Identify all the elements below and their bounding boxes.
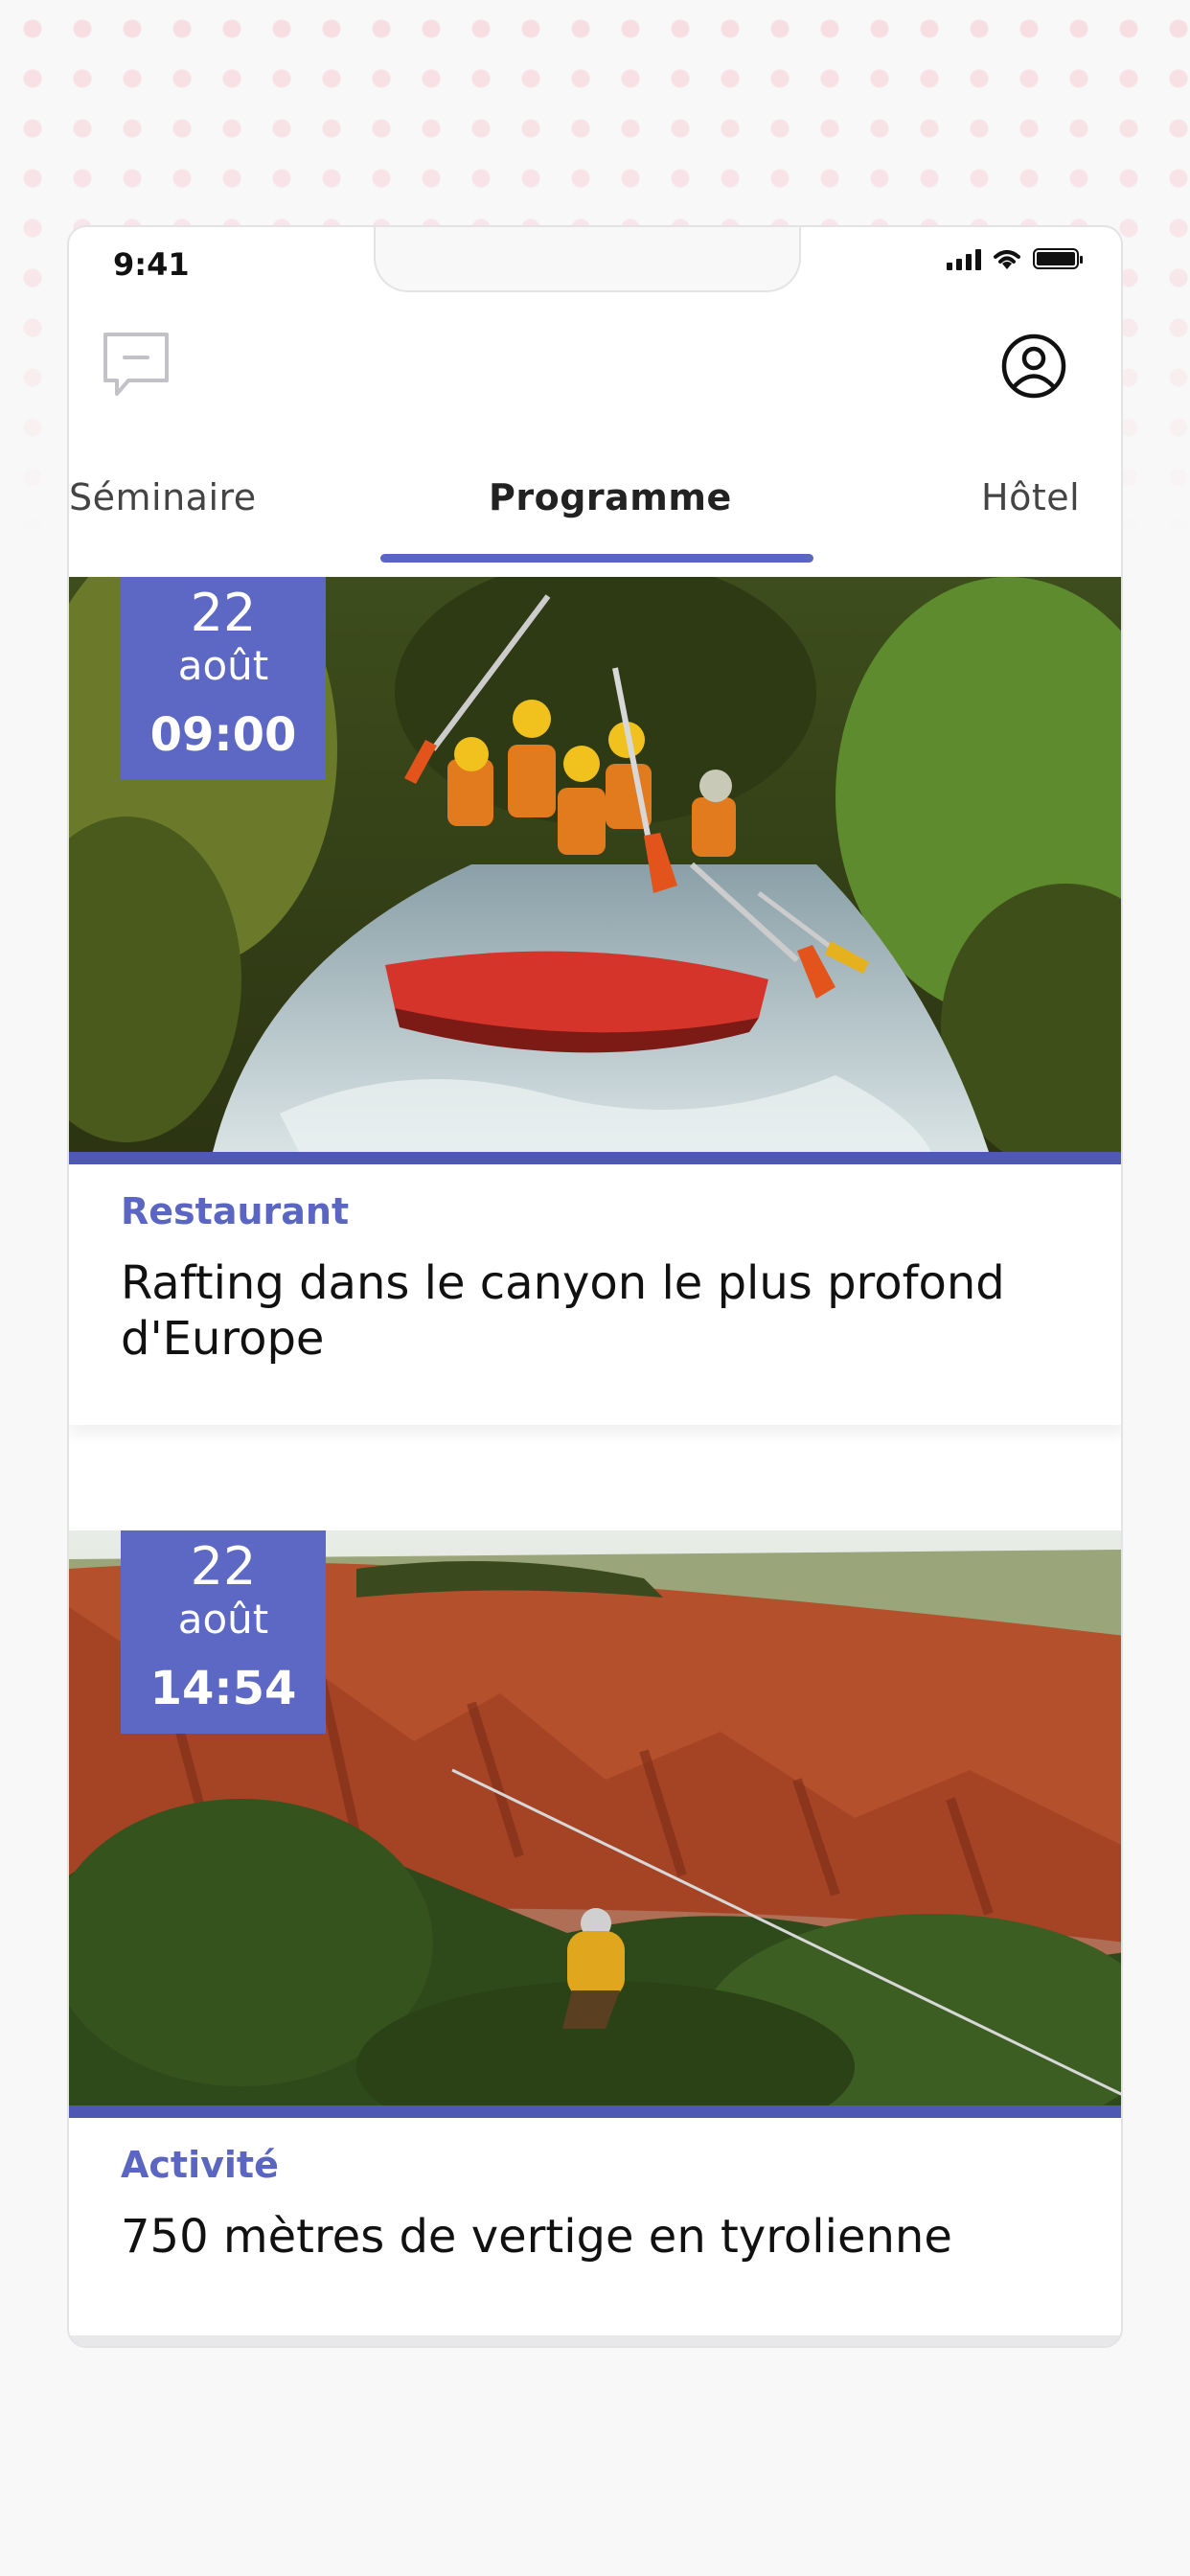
tab-programme[interactable]: Programme	[489, 476, 732, 518]
list-bottom-edge	[69, 2335, 1121, 2346]
card-accent-bar	[69, 2105, 1121, 2118]
date-day: 22	[190, 583, 257, 643]
date-badge: 22 août 14:54	[121, 1530, 326, 1734]
event-time: 14:54	[149, 1662, 297, 1715]
cellular-signal-icon	[947, 247, 981, 270]
date-month: août	[177, 642, 269, 689]
event-title: Rafting dans le canyon le plus profond d…	[121, 1256, 1005, 1366]
tab-bar: Séminaire Programme Hôtel	[69, 476, 1121, 563]
event-category: Activité	[121, 2144, 279, 2186]
event-title: 750 mètres de vertige en tyrolienne	[121, 2210, 952, 2264]
status-icons	[947, 246, 1083, 271]
tab-hotel[interactable]: Hôtel	[981, 476, 1080, 518]
card-accent-bar	[69, 1152, 1121, 1164]
phone-notch	[374, 227, 801, 292]
date-month: août	[177, 1596, 269, 1643]
wifi-icon	[994, 250, 1020, 269]
chat-bubble-icon[interactable]	[102, 331, 171, 400]
date-badge: 22 août 09:00	[121, 577, 326, 780]
battery-icon	[1033, 248, 1083, 269]
event-card[interactable]: 22 août 09:00 Restaurant Rafting dans le…	[69, 577, 1121, 1425]
date-day: 22	[190, 1536, 257, 1597]
user-circle-icon[interactable]	[1000, 333, 1067, 400]
status-time: 9:41	[113, 246, 190, 283]
tab-seminaire[interactable]: Séminaire	[69, 476, 257, 518]
event-category: Restaurant	[121, 1190, 350, 1232]
event-time: 09:00	[149, 708, 297, 762]
event-card[interactable]: 22 août 14:54 Activité 750 mètres de ver…	[69, 1530, 1121, 2335]
tab-active-indicator	[380, 554, 813, 563]
phone-frame: 9:41 Séminaire Programme Hôtel 22 août 0…	[67, 225, 1123, 2348]
